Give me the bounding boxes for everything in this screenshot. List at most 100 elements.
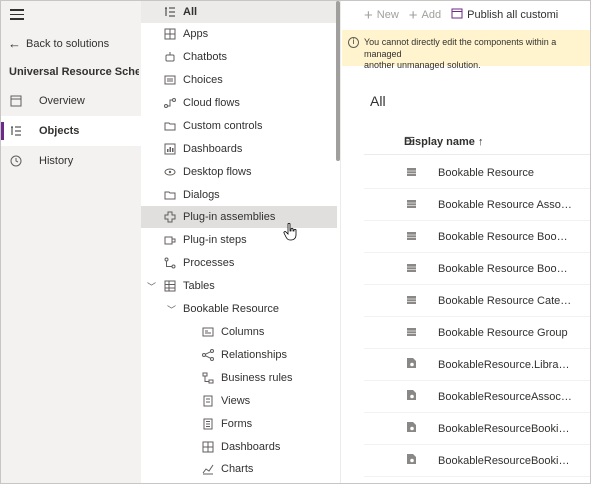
tree-item-dialogs[interactable]: Dialogs (141, 184, 337, 206)
row-name[interactable]: Bookable Resource Booking... (438, 263, 573, 275)
flow-icon (163, 96, 177, 110)
tree-item-views[interactable]: Views (141, 390, 337, 412)
row-name[interactable]: Bookable Resource Booking (438, 231, 573, 243)
info-icon: i (348, 37, 359, 48)
add-button[interactable]: + Add (409, 8, 441, 23)
tree-item-cloud-flows[interactable]: Cloud flows (141, 92, 337, 114)
rail-item-overview[interactable]: Overview (1, 86, 141, 116)
solution-title: Universal Resource Sche... (9, 66, 139, 78)
tree-item-label: Dashboards (183, 143, 243, 155)
tree-scrollbar[interactable] (336, 1, 340, 161)
table-row[interactable]: BookableResourceBooking.... (364, 413, 590, 445)
tree-item-columns[interactable]: Columns (141, 321, 337, 343)
publish-icon (451, 8, 463, 22)
command-bar: + New + Add Publish all customi (342, 1, 590, 29)
row-name[interactable]: BookableResourceAssociati... (438, 391, 573, 403)
tree-item-desktop-flows[interactable]: Desktop flows (141, 161, 337, 183)
tree-item-plugin-steps[interactable]: Plug-in steps (141, 229, 337, 251)
banner-text: You cannot directly edit the components … (364, 37, 557, 71)
row-name[interactable]: Bookable Resource Group (438, 327, 573, 339)
tree-item-all[interactable]: All (141, 1, 337, 23)
tree-item-label: Plug-in assemblies (183, 211, 276, 223)
column-header-display-name[interactable]: ☰ Display name ↑ (364, 129, 590, 155)
chevron-down-icon[interactable]: ﹀ (167, 303, 176, 316)
plugin-step-icon (163, 233, 177, 247)
tree-item-custom-controls[interactable]: Custom controls (141, 115, 337, 137)
back-to-solutions-link[interactable]: ← Back to solutions (8, 37, 109, 50)
tree-item-label: Charts (221, 463, 254, 475)
webresource-icon (364, 454, 438, 467)
table-row[interactable]: Bookable Resource Group (364, 317, 590, 349)
rail-item-label: Overview (39, 95, 85, 107)
row-name[interactable]: BookableResource.Library.js (438, 359, 573, 371)
back-label: Back to solutions (26, 37, 110, 50)
tree-item-label: Apps (183, 28, 209, 40)
objects-icon (9, 124, 23, 138)
table-row[interactable]: BookableResource.Library.js (364, 349, 590, 381)
chevron-down-icon[interactable]: ﹀ (147, 280, 156, 293)
tree-item-relationships[interactable]: Relationships (141, 344, 337, 366)
webresource-icon (364, 358, 438, 371)
table-icon (364, 263, 438, 275)
publish-all-button[interactable]: Publish all customi (451, 8, 558, 22)
tree-item-label: Processes (183, 257, 235, 269)
columns-icon (201, 325, 215, 339)
table-icon (364, 327, 438, 339)
table-row[interactable]: Bookable Resource Booking... (364, 253, 590, 285)
hand-cursor-icon (283, 223, 297, 241)
table-row[interactable]: BookableResourceAssociati... (364, 381, 590, 413)
table-row[interactable]: BookableResourceBooking... (364, 445, 590, 477)
tree-item-forms[interactable]: Forms (141, 413, 337, 435)
tree-item-dashboards[interactable]: Dashboards (141, 138, 337, 160)
hamburger-menu-icon[interactable] (10, 9, 24, 21)
table-row[interactable]: Bookable Resource Booking (364, 221, 590, 253)
webresource-icon (364, 390, 438, 403)
tree-item-business-rules[interactable]: Business rules (141, 367, 337, 389)
tree-item-label: Forms (221, 418, 253, 430)
row-name[interactable]: Bookable Resource Category (438, 295, 573, 307)
plus-icon: + (364, 6, 373, 24)
app-window: ← Back to solutions Universal Resource S… (0, 0, 591, 484)
tree-item-apps[interactable]: Apps (141, 23, 337, 45)
overview-icon (9, 94, 23, 108)
tree-item-label: Business rules (221, 372, 293, 384)
publish-label: Publish all customi (467, 9, 559, 21)
main-panel: + New + Add Publish all customi i You ca… (342, 1, 590, 483)
relationships-icon (201, 348, 215, 362)
business-rules-icon (201, 371, 215, 385)
forms-icon (201, 417, 215, 431)
tree-item-chatbots[interactable]: Chatbots (141, 46, 337, 68)
table-icon (364, 167, 438, 179)
tree-item-label: Columns (221, 326, 265, 338)
folder-icon (163, 188, 177, 202)
table-row[interactable]: Bookable Resource Associat... (364, 189, 590, 221)
left-rail: ← Back to solutions Universal Resource S… (1, 1, 141, 483)
row-name[interactable]: BookableResourceBooking... (438, 455, 573, 467)
table-icon (364, 231, 438, 243)
table-row[interactable]: Bookable Resource Category (364, 285, 590, 317)
row-name[interactable]: Bookable Resource Associat... (438, 199, 573, 211)
rail-item-history[interactable]: History (1, 146, 141, 176)
row-name[interactable]: Bookable Resource (438, 167, 573, 179)
tree-item-charts[interactable]: Charts (141, 458, 337, 480)
dashboard-icon (201, 440, 215, 454)
rail-item-objects[interactable]: Objects (1, 116, 141, 146)
new-button[interactable]: + New (364, 8, 399, 23)
tree-item-choices[interactable]: Choices (141, 69, 337, 91)
views-icon (201, 394, 215, 408)
tree-item-label: All (183, 6, 198, 18)
tree-item-bookable-resource[interactable]: ﹀ Bookable Resource (141, 298, 337, 320)
tree-item-label: Custom controls (183, 120, 263, 132)
column-options-icon[interactable]: ☰ (364, 135, 414, 148)
tree-item-processes[interactable]: Processes (141, 252, 337, 274)
row-name[interactable]: BookableResourceBooking.... (438, 423, 573, 435)
tree-item-label: Dialogs (183, 189, 220, 201)
object-tree: All Apps Chatbots Choices Cloud flows Cu… (141, 1, 341, 483)
table-row[interactable]: Bookable Resource (364, 157, 590, 189)
tree-item-plugin-assemblies[interactable]: Plug-in assemblies (141, 206, 337, 228)
tree-item-label: Desktop flows (183, 166, 252, 178)
page-title: All (370, 93, 386, 109)
tree-item-label: Plug-in steps (183, 234, 247, 246)
tree-item-tables[interactable]: ﹀ Tables (141, 275, 337, 297)
tree-item-table-dashboards[interactable]: Dashboards (141, 436, 337, 458)
